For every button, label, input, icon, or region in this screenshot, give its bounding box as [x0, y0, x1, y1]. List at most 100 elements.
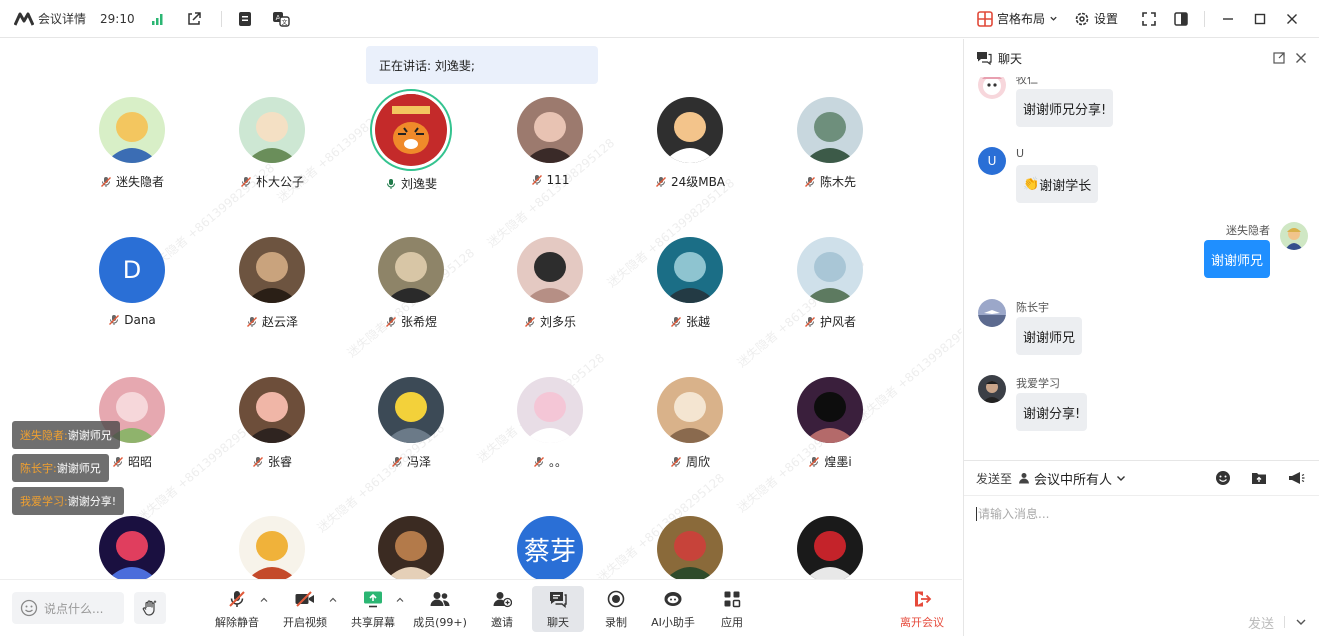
- participant-name-row: 迷失隐者: [62, 173, 202, 190]
- ai-assistant-icon: [664, 592, 682, 606]
- participant-tile[interactable]: 赵云泽: [202, 237, 342, 330]
- muted-mic-icon: [809, 456, 820, 467]
- audio-options-caret-icon[interactable]: [260, 596, 268, 604]
- share-link-icon[interactable]: [185, 10, 203, 28]
- meeting-details-link[interactable]: 会议详情: [38, 10, 86, 27]
- participant-tile[interactable]: D Dana: [62, 237, 202, 327]
- members-button[interactable]: 成员(99+): [410, 586, 470, 632]
- muted-mic-icon: [385, 316, 396, 327]
- send-options-chevron-icon[interactable]: [1295, 616, 1307, 628]
- participant-avatar: [797, 97, 863, 163]
- participant-tile[interactable]: 24级MBA: [620, 97, 760, 190]
- popout-icon[interactable]: [1273, 52, 1285, 64]
- floating-message-sender: 陈长宇:: [20, 462, 57, 475]
- chat-icon: [550, 592, 567, 608]
- chat-message: U U 👏 谢谢学长: [978, 147, 1308, 207]
- participant-name-row: Dana: [62, 313, 202, 327]
- raise-hand-button[interactable]: [134, 592, 166, 624]
- gear-icon: [1075, 12, 1089, 25]
- unmute-button[interactable]: 解除静音: [207, 586, 267, 632]
- chat-button[interactable]: 聊天: [532, 586, 584, 632]
- leave-meeting-button[interactable]: 离开会议: [892, 586, 952, 632]
- share-options-caret-icon[interactable]: [396, 596, 404, 604]
- participant-tile[interactable]: 朴大公子: [202, 97, 342, 190]
- megaphone-icon[interactable]: [1287, 470, 1305, 486]
- participant-tile[interactable]: 张睿: [202, 377, 342, 470]
- ai-assistant-button[interactable]: AI小助手: [643, 586, 703, 632]
- close-window-icon[interactable]: [1283, 10, 1301, 28]
- record-button[interactable]: 录制: [586, 586, 646, 632]
- send-button[interactable]: 发送: [1248, 613, 1274, 632]
- participant-tile[interactable]: 。。: [480, 377, 620, 470]
- quick-message-input[interactable]: 说点什么...: [12, 592, 124, 624]
- participant-avatar: [239, 377, 305, 443]
- translate-icon[interactable]: A文: [272, 10, 290, 28]
- chat-message-input[interactable]: 请输入消息...: [964, 497, 1319, 607]
- participant-tile[interactable]: 111: [480, 97, 620, 187]
- participant-tile[interactable]: 刘多乐: [480, 237, 620, 330]
- participant-name-row: 张睿: [202, 453, 342, 470]
- chat-label: 聊天: [547, 616, 569, 629]
- apps-button[interactable]: 应用: [702, 586, 762, 632]
- floating-message-sender: 我爱学习:: [20, 495, 68, 508]
- send-target-dropdown[interactable]: 会议中所有人: [1018, 469, 1126, 488]
- emoji-icon[interactable]: [1215, 470, 1231, 486]
- participant-name-row: 。。: [480, 453, 620, 470]
- chevron-down-icon: [1117, 476, 1126, 481]
- participant-tile[interactable]: 周欣: [620, 377, 760, 470]
- muted-mic-icon: [533, 456, 544, 467]
- participant-name-row: 煌墨i: [760, 453, 900, 470]
- participant-tile[interactable]: 陈木先: [760, 97, 900, 190]
- participant-tile[interactable]: 蔡芽: [480, 516, 620, 579]
- video-grid-area: 迷失隐者 +8613998295128 迷失隐者 +8613998295128 迷失…: [0, 39, 962, 579]
- notes-icon[interactable]: [236, 10, 254, 28]
- meeting-timer: 29:10: [100, 11, 135, 26]
- separator: [1284, 616, 1285, 628]
- avatar: U: [978, 147, 1006, 175]
- participant-name: 煌墨i: [824, 455, 852, 469]
- file-upload-icon[interactable]: [1251, 470, 1267, 486]
- participant-tile[interactable]: [341, 516, 481, 579]
- participant-tile[interactable]: 冯泽: [341, 377, 481, 470]
- share-screen-button[interactable]: 共享屏幕: [343, 586, 403, 632]
- participant-tile[interactable]: 刘逸斐: [341, 89, 481, 192]
- video-options-caret-icon[interactable]: [329, 596, 337, 604]
- participant-avatar: [657, 237, 723, 303]
- muted-mic-icon: [246, 316, 257, 327]
- participant-tile[interactable]: 迷失隐者: [62, 97, 202, 190]
- invite-button[interactable]: 邀请: [472, 586, 532, 632]
- active-speaker-banner: 正在讲话: 刘逸斐;: [366, 46, 598, 84]
- participant-tile[interactable]: [62, 516, 202, 579]
- maximize-icon[interactable]: [1251, 10, 1269, 28]
- fullscreen-icon[interactable]: [1140, 10, 1158, 28]
- smile-icon: [20, 599, 38, 617]
- muted-mic-icon: [252, 456, 263, 467]
- layout-dropdown[interactable]: 宫格布局: [977, 10, 1058, 27]
- chat-message-list[interactable]: 牧仁 谢谢师兄分享! U U 👏 谢谢学长 迷失隐者 谢谢师兄 陈长宇 谢谢师兄…: [964, 77, 1319, 459]
- floating-chat-message: 我爱学习: 谢谢分享!: [12, 487, 125, 515]
- muted-mic-icon: [524, 316, 535, 327]
- invite-label: 邀请: [491, 616, 513, 629]
- participant-tile[interactable]: [202, 516, 342, 579]
- participant-tile[interactable]: [760, 516, 900, 579]
- participant-tile[interactable]: 护风者: [760, 237, 900, 330]
- muted-mic-icon: [240, 176, 251, 187]
- participant-tile[interactable]: 张希煜: [341, 237, 481, 330]
- share-screen-icon: [364, 591, 382, 608]
- start-video-button[interactable]: 开启视频: [275, 586, 335, 632]
- participant-name: 朴大公子: [255, 175, 304, 189]
- start-video-label: 开启视频: [283, 616, 327, 629]
- signal-strength-icon[interactable]: [149, 10, 167, 28]
- participant-tile[interactable]: 张越: [620, 237, 760, 330]
- participant-avatar: [378, 516, 444, 579]
- sidebar-toggle-icon[interactable]: [1172, 10, 1190, 28]
- settings-button[interactable]: 设置: [1074, 10, 1118, 27]
- minimize-icon[interactable]: [1219, 10, 1237, 28]
- chat-sender: 陈长宇: [1016, 301, 1049, 314]
- participant-tile[interactable]: 煌墨i: [760, 377, 900, 470]
- close-icon[interactable]: [1295, 52, 1307, 64]
- participant-tile[interactable]: [620, 516, 760, 579]
- raise-hand-icon: [142, 600, 157, 616]
- participant-name: 迷失隐者: [115, 175, 164, 189]
- record-icon: [607, 590, 625, 608]
